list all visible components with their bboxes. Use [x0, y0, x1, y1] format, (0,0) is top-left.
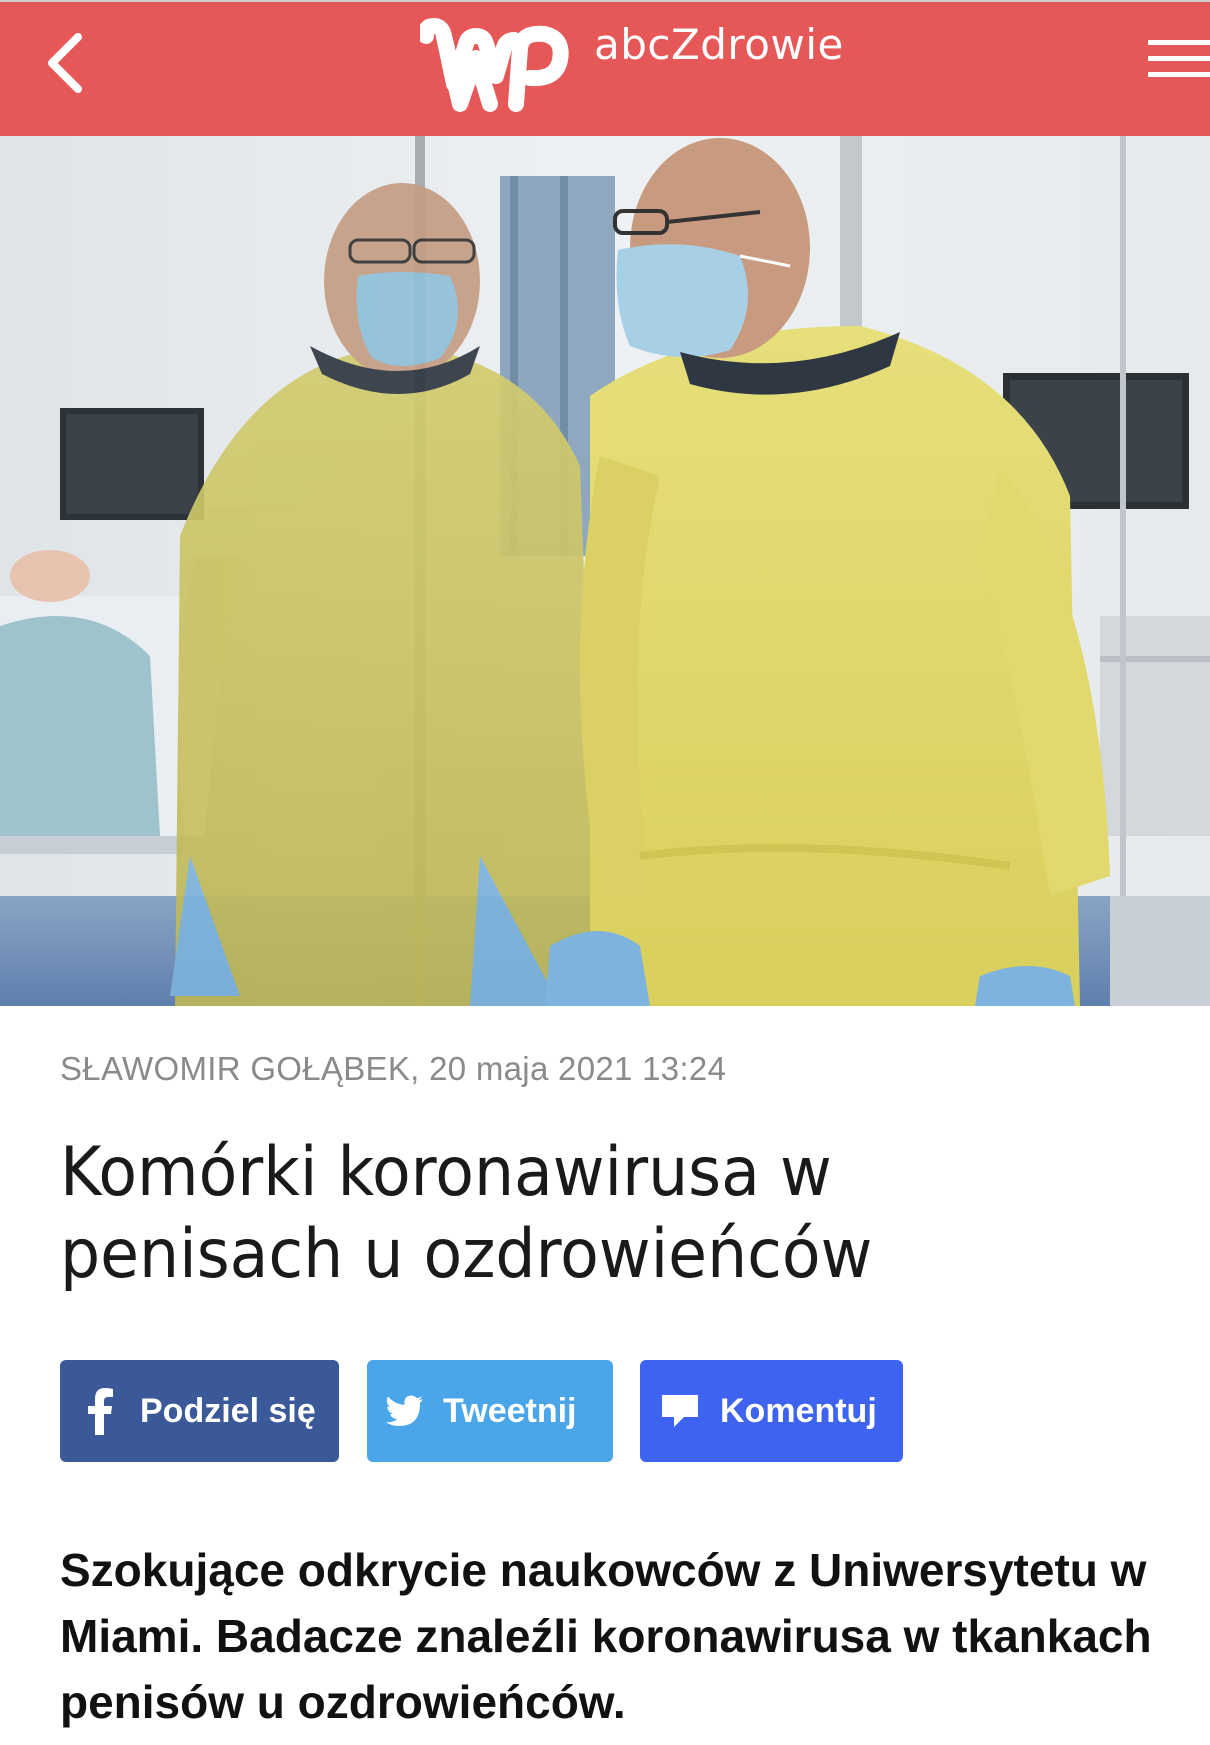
- comment-icon: [640, 1391, 720, 1431]
- twitter-icon: [367, 1395, 443, 1427]
- facebook-share-label: Podziel się: [140, 1391, 316, 1430]
- hamburger-menu-icon: [1148, 40, 1210, 45]
- hamburger-line: [1148, 72, 1210, 77]
- chevron-left-icon: [48, 33, 82, 93]
- top-bar: abcZdrowie: [0, 0, 1210, 136]
- article-title: Komórki koronawirusa w penisach u ozdrow…: [60, 1133, 873, 1294]
- comment-label: Komentuj: [720, 1391, 877, 1430]
- twitter-share-button[interactable]: Tweetnij: [367, 1360, 613, 1462]
- wp-logo-icon: [420, 18, 569, 112]
- facebook-share-button[interactable]: Podziel się: [60, 1360, 339, 1462]
- logo-text: abcZdrowie: [594, 19, 844, 69]
- article-hero-image: [0, 136, 1210, 1006]
- back-button[interactable]: [34, 28, 94, 98]
- twitter-share-label: Tweetnij: [443, 1391, 577, 1430]
- article-meta: SŁAWOMIR GOŁĄBEK, 20 maja 2021 13:24: [60, 1050, 727, 1087]
- facebook-icon: [60, 1387, 140, 1435]
- site-logo[interactable]: abcZdrowie: [420, 18, 844, 114]
- menu-button[interactable]: [1148, 40, 1210, 86]
- hero-photo: [0, 136, 1210, 1006]
- article-lead: Szokujące odkrycie naukowców z Uniwersyt…: [60, 1544, 1152, 1728]
- comment-button[interactable]: Komentuj: [640, 1360, 903, 1462]
- hamburger-line: [1148, 56, 1210, 61]
